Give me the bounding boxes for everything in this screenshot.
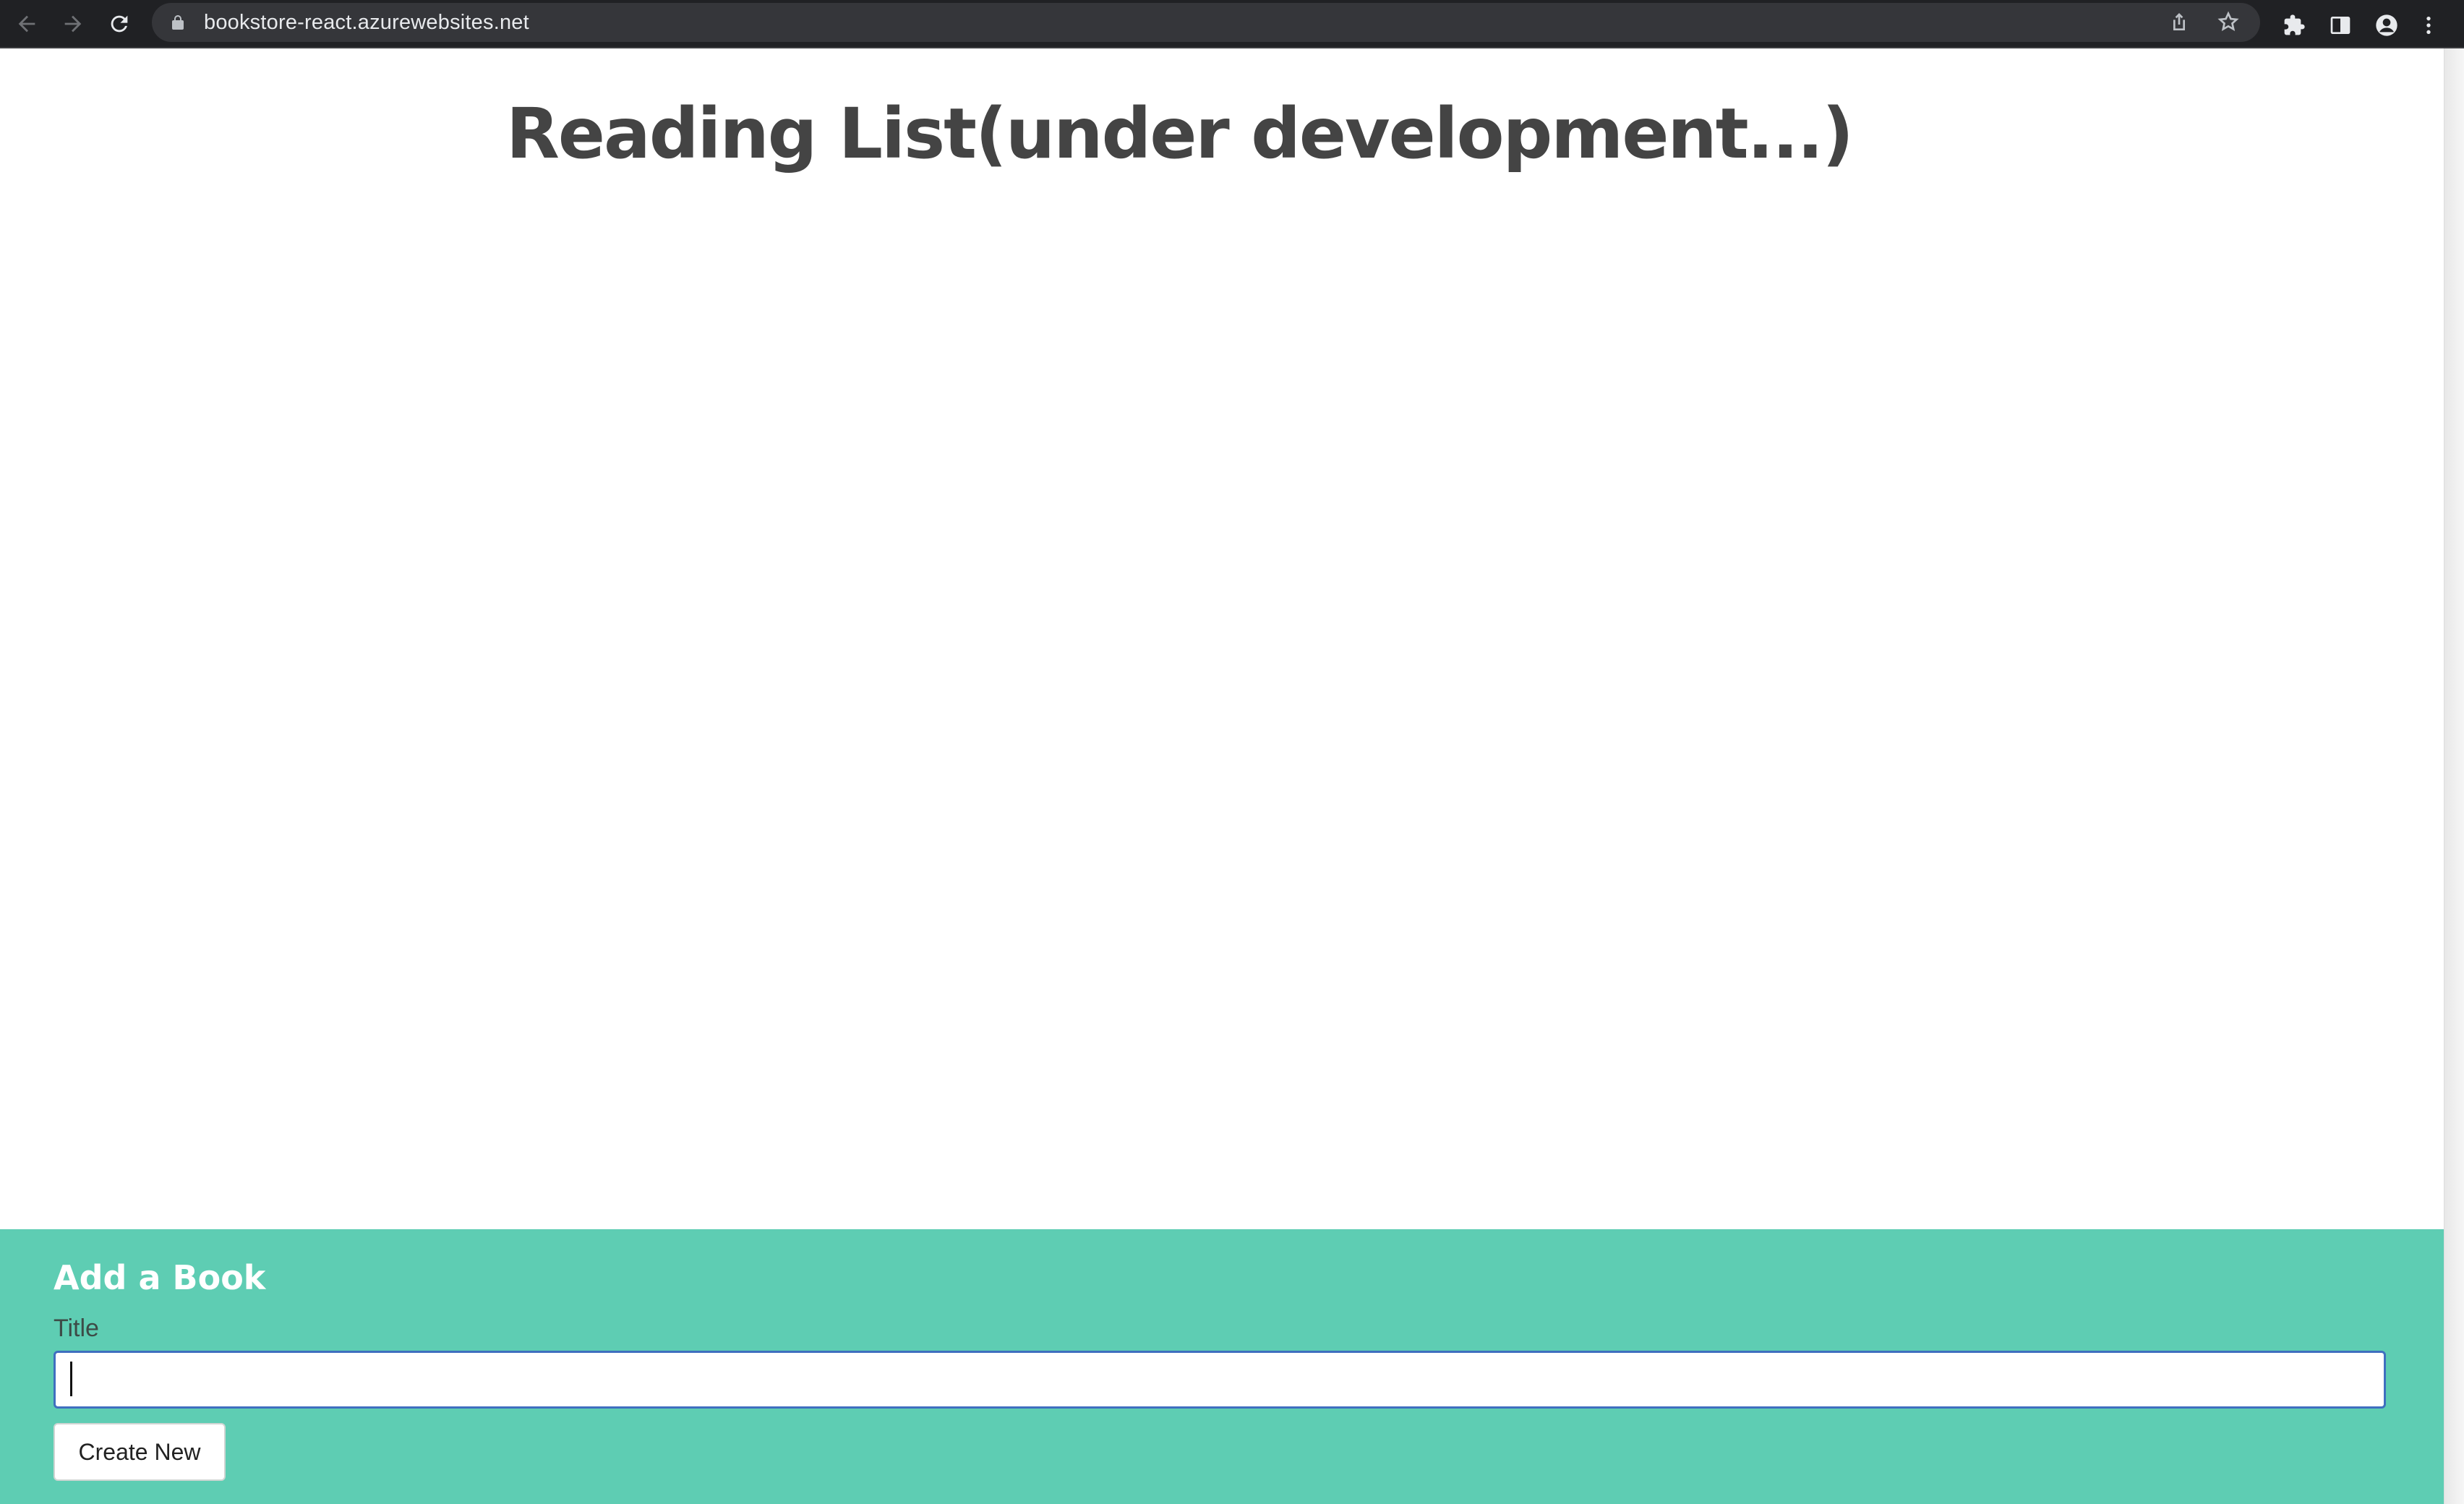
forward-arrow-icon — [64, 15, 82, 33]
title-input[interactable] — [54, 1351, 2386, 1409]
profile-button[interactable] — [2369, 7, 2405, 43]
forward-button[interactable] — [55, 6, 91, 42]
address-bar[interactable]: bookstore-react.azurewebsites.net — [152, 3, 2260, 42]
back-button[interactable] — [9, 6, 45, 42]
reload-icon — [111, 15, 128, 33]
page-title: Reading List(under development...) — [506, 93, 1854, 174]
reload-button[interactable] — [101, 6, 137, 42]
title-label: Title — [54, 1315, 99, 1342]
page-scrollbar[interactable] — [2444, 48, 2464, 1504]
lock-icon — [169, 12, 187, 33]
side-panel-button[interactable] — [2322, 7, 2358, 43]
browser-toolbar: bookstore-react.azurewebsites.net — [0, 0, 2464, 48]
profile-icon — [2376, 14, 2397, 36]
back-arrow-icon — [18, 15, 35, 33]
side-panel-icon — [2330, 17, 2350, 34]
browser-menu-button[interactable] — [2410, 7, 2447, 43]
form-heading: Add a Book — [54, 1258, 266, 1297]
url-text[interactable]: bookstore-react.azurewebsites.net — [204, 11, 529, 35]
share-icon[interactable] — [2168, 10, 2191, 33]
extensions-button[interactable] — [2276, 7, 2312, 43]
extensions-icon — [2284, 14, 2305, 35]
star-icon[interactable] — [2217, 10, 2240, 33]
add-book-form: Add a Book Title Create New — [0, 1229, 2444, 1504]
menu-dots-icon — [2426, 17, 2431, 34]
page-content: Reading List(under development...) Add a… — [0, 48, 2444, 1504]
create-new-button[interactable]: Create New — [54, 1423, 226, 1481]
text-caret — [70, 1362, 72, 1396]
